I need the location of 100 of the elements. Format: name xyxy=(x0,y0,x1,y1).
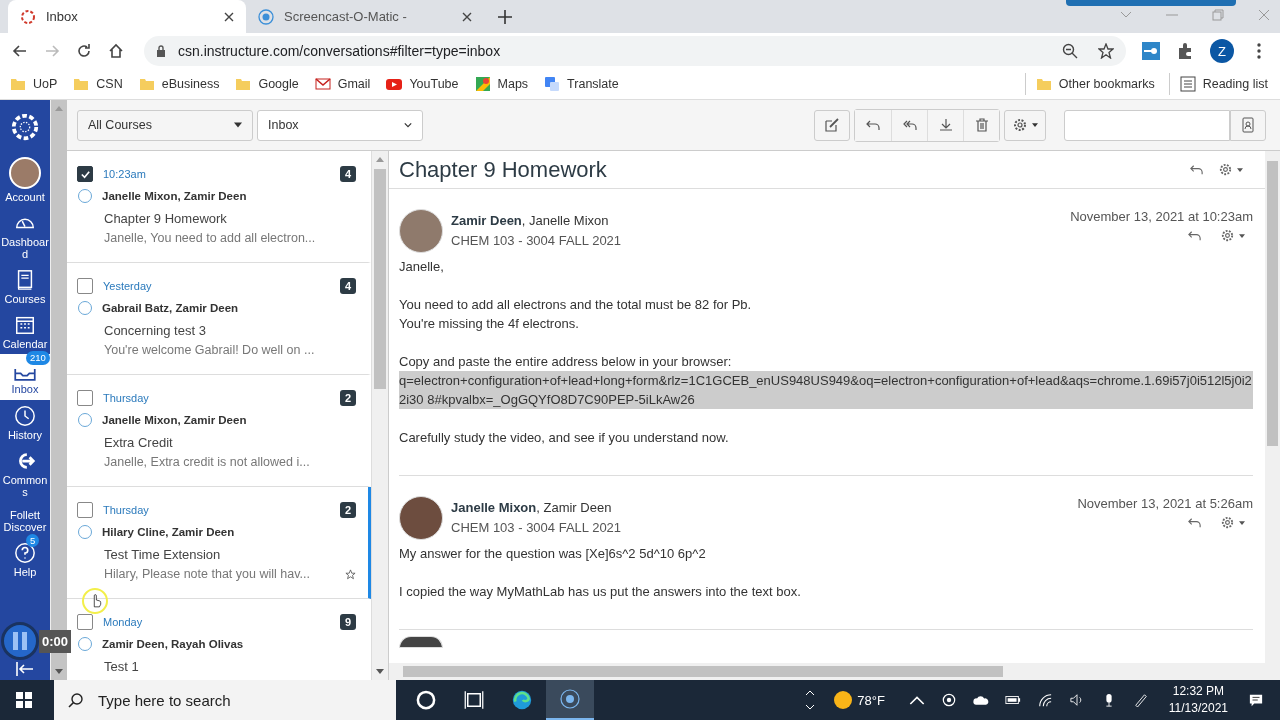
bookmark[interactable]: YouTube xyxy=(380,73,465,96)
conversation-item[interactable]: 10:23am 4 Janelle Mixon, Zamir Deen Chapter 9 Homework Janelle, You need to add all electron... xyxy=(67,151,371,263)
message-count: 9 xyxy=(339,614,356,630)
clock[interactable]: 12:32 PM 11/13/2021 xyxy=(1168,683,1228,717)
message-text: q=electron+configuration+of+lead+long+form&rlz=1C1GCEB_enUS948US949&oq=electron+configuration+of+lead&aqs=chrome.1.69i57j0i512l5j0i22i30 8#kpvalbx=_OgGQYfO8D7C90PEP-5iLkAw26 xyxy=(399,371,1253,409)
bookmark[interactable]: Google xyxy=(229,73,305,96)
cloud-icon[interactable] xyxy=(972,693,989,707)
sun-icon[interactable] xyxy=(833,690,854,710)
count-badge: 5 xyxy=(26,534,40,548)
settings-button[interactable] xyxy=(1004,109,1046,141)
plus-icon[interactable] xyxy=(498,10,512,24)
message-preview: Janelle, Extra credit is not allowed i... xyxy=(104,454,310,470)
pause-icon xyxy=(12,631,28,651)
nav-item[interactable]: Commons xyxy=(0,444,50,502)
participants: Zamir Deen, Rayah Olivas xyxy=(102,638,244,650)
message-participants: Janelle Mixon, Zamir Deen xyxy=(451,500,613,515)
participants: Hilary Cline, Zamir Deen xyxy=(102,526,235,538)
course-name: CHEM 103 - 3004 FALL 2021 xyxy=(451,520,622,535)
home-icon[interactable] xyxy=(108,43,124,60)
circle-icon[interactable] xyxy=(416,690,436,710)
browser-icon[interactable] xyxy=(512,690,532,710)
nav-item[interactable]: Account xyxy=(0,152,50,208)
bookmark[interactable]: eBusiness xyxy=(132,73,226,96)
star-icon[interactable] xyxy=(345,568,356,580)
message-preview: You're welcome Gabrail! Do well on ... xyxy=(104,342,315,358)
participants: Janelle Mixon, Zamir Deen xyxy=(102,414,247,426)
message-text: You're missing the 4f electrons. xyxy=(399,315,579,333)
close-icon[interactable] xyxy=(462,11,472,22)
bookmark[interactable]: UoP xyxy=(4,73,64,96)
message-count: 4 xyxy=(339,166,356,182)
profile-avatar[interactable]: Z xyxy=(1210,39,1234,64)
close-icon[interactable] xyxy=(224,11,234,22)
target-icon[interactable] xyxy=(940,693,957,707)
nav-item[interactable]: Courses xyxy=(0,264,50,310)
record-icon xyxy=(258,8,274,25)
conversation-item[interactable]: Yesterday 4 Gabrail Batz, Zamir Deen Concerning test 3 You're welcome Gabrail! Do well on ... xyxy=(67,263,371,375)
settings-icon xyxy=(1220,515,1235,530)
compose-button[interactable] xyxy=(814,109,850,141)
delete-button[interactable] xyxy=(963,109,999,141)
message-participants: Zamir Deen, Janelle Mixon xyxy=(451,213,610,228)
star-icon[interactable] xyxy=(1098,43,1114,60)
collapse-icon[interactable] xyxy=(15,662,35,676)
bookmark[interactable]: Other bookmarks xyxy=(1024,73,1161,96)
browser-tab[interactable]: Inbox xyxy=(8,0,246,33)
conversation-item[interactable]: Thursday 2 Janelle Mixon, Zamir Deen Extra Credit Janelle, Extra credit is not allowed i... xyxy=(67,375,371,487)
battery-icon[interactable] xyxy=(1004,693,1021,707)
folder-icon xyxy=(1035,76,1052,93)
list-icon xyxy=(1179,76,1196,93)
puzzle-icon[interactable] xyxy=(1176,42,1194,61)
message-count: 4 xyxy=(339,278,356,294)
search-field[interactable] xyxy=(1064,109,1230,141)
course-dropdown[interactable]: All Courses xyxy=(77,109,253,141)
checkbox[interactable] xyxy=(77,166,93,182)
wifi-icon[interactable] xyxy=(1036,693,1053,707)
pen-icon[interactable] xyxy=(1132,693,1149,707)
canvas-logo-icon[interactable] xyxy=(10,112,40,142)
translate-icon xyxy=(544,76,561,93)
nav-item[interactable]: History xyxy=(0,399,50,445)
taskbar-app[interactable] xyxy=(546,680,594,720)
reload-icon[interactable] xyxy=(76,43,92,60)
nav-item[interactable]: 210 Inbox xyxy=(0,354,50,400)
mailbox-dropdown[interactable]: Inbox xyxy=(257,109,423,141)
address-book-icon xyxy=(1240,117,1256,133)
message-date: November 13, 2021 at 10:23am xyxy=(1070,209,1253,224)
settings-menu[interactable] xyxy=(1220,515,1245,530)
message-date: November 13, 2021 at 5:26am xyxy=(1077,496,1253,511)
bookmark[interactable]: CSN xyxy=(67,73,129,96)
bookmark[interactable]: Translate xyxy=(538,73,625,96)
bookmark[interactable]: Maps xyxy=(468,73,535,96)
weather-temperature[interactable]: 78°F xyxy=(857,692,885,708)
taskbar-search-field[interactable]: Type here to search xyxy=(54,680,396,720)
chevron-icon[interactable] xyxy=(805,690,816,696)
settings-menu[interactable] xyxy=(1218,162,1243,177)
message-text: I copied the way MyMathLab has us put the answers into the text box. xyxy=(399,583,801,601)
chevron-icon[interactable] xyxy=(805,704,816,710)
calendar-icon xyxy=(14,314,36,337)
task-view-icon[interactable] xyxy=(464,690,484,710)
conversation-date: Yesterday xyxy=(103,280,152,292)
zoom-out-icon[interactable] xyxy=(1062,43,1078,60)
notification-icon[interactable] xyxy=(1248,693,1264,707)
checkbox[interactable] xyxy=(77,502,93,518)
conversation-date: Thursday xyxy=(103,392,149,404)
mail-icon xyxy=(314,76,331,93)
bookmark[interactable]: Gmail xyxy=(308,73,377,96)
address-bar[interactable]: csn.instructure.com/conversations#filter=type=inbox xyxy=(144,36,1126,67)
checkbox[interactable] xyxy=(77,278,93,294)
browser-tab[interactable]: Screencast-O-Matic - xyxy=(246,0,484,33)
conversation-subject: Chapter 9 Homework xyxy=(104,210,228,228)
windows-start-icon[interactable] xyxy=(16,692,32,708)
checkbox[interactable] xyxy=(77,390,93,406)
caret-icon xyxy=(1237,167,1243,172)
address-book-button[interactable] xyxy=(1230,109,1266,141)
nav-item[interactable]: 5 Help xyxy=(0,537,50,583)
checkbox[interactable] xyxy=(77,614,93,630)
reading-list-button[interactable]: Reading list xyxy=(1168,73,1274,96)
key-extension-icon[interactable] xyxy=(1142,42,1160,61)
message-text: Carefully study the video, and see if you understand now. xyxy=(399,429,729,447)
nav-item[interactable]: Dashboard xyxy=(0,207,50,265)
message-count: 2 xyxy=(339,390,356,406)
settings-menu[interactable] xyxy=(1220,228,1245,243)
